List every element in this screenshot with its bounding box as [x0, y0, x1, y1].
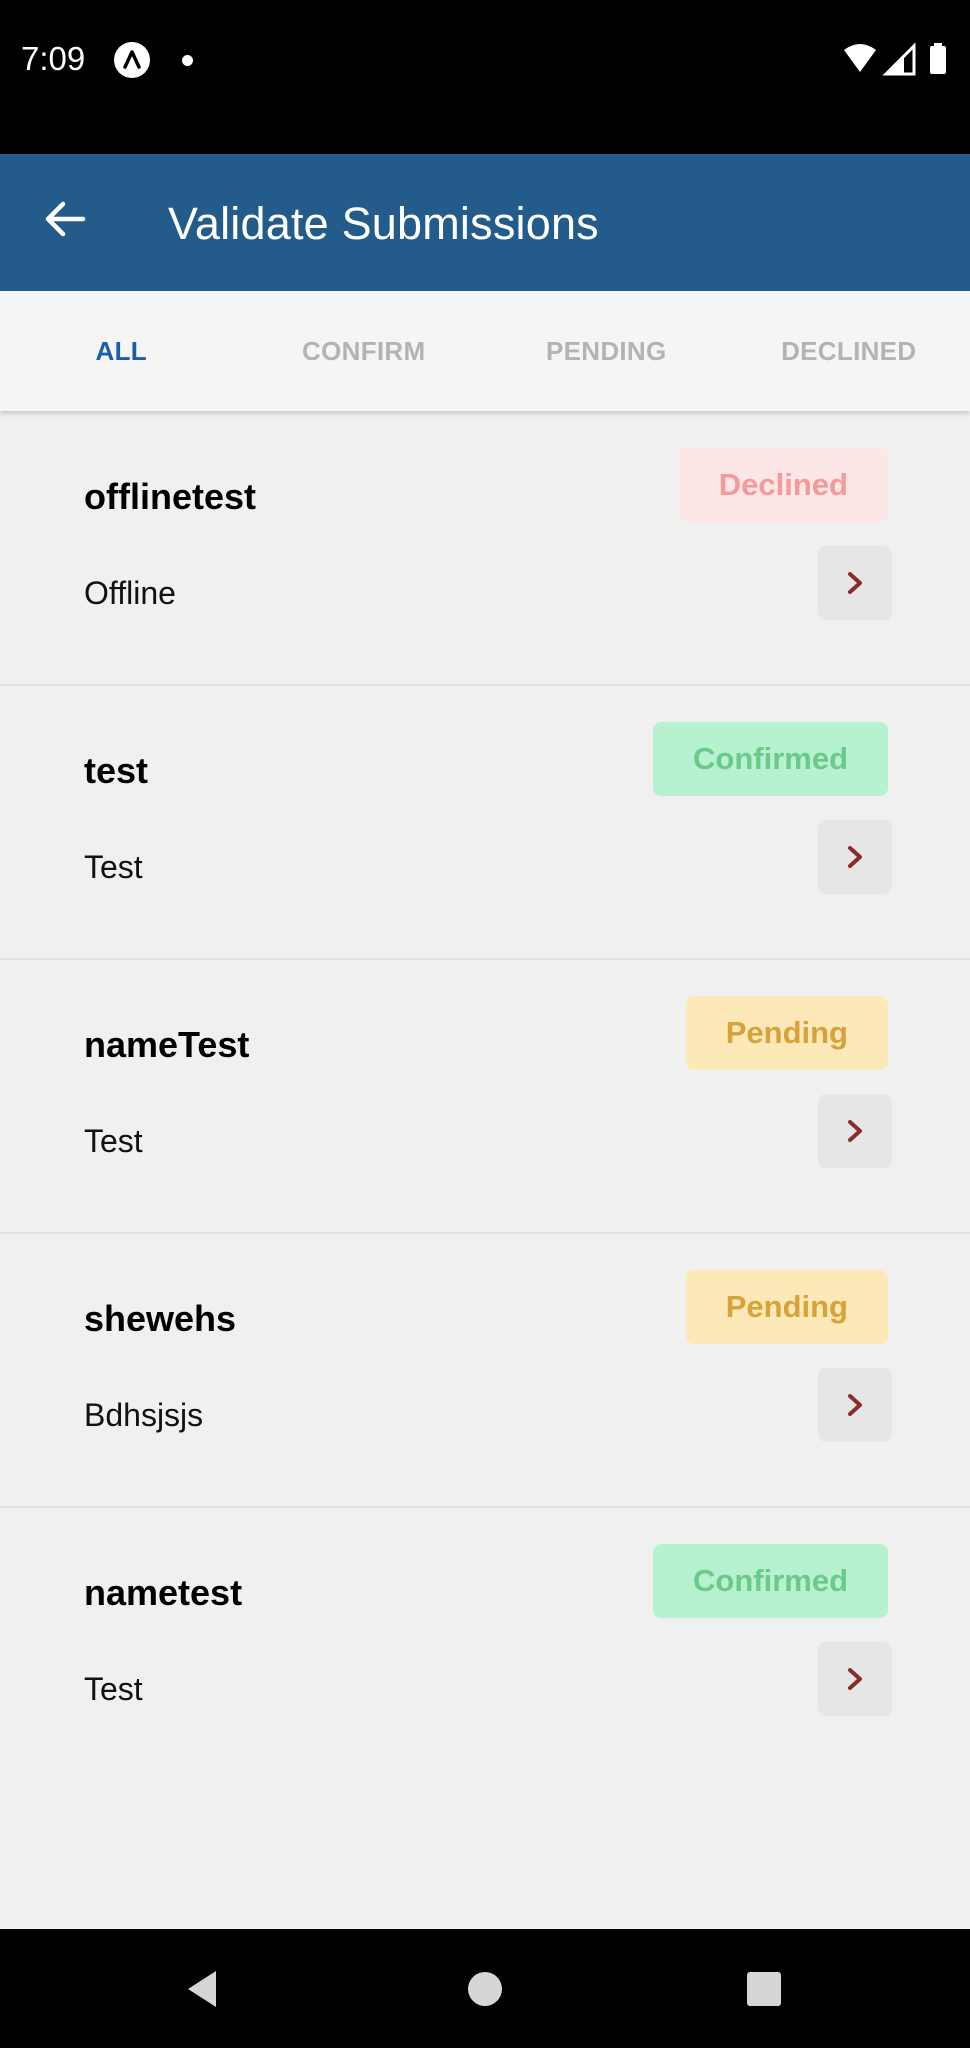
chevron-right-icon [848, 1668, 862, 1690]
open-submission-button[interactable] [818, 1368, 892, 1442]
submission-card[interactable]: offlinetest Offline Declined [0, 412, 970, 686]
status-badge: Pending [685, 996, 888, 1070]
app-notification-icon [114, 42, 150, 78]
system-nav-bar [0, 1929, 970, 2048]
status-badge: Declined [678, 448, 888, 522]
chevron-right-icon [848, 1394, 862, 1416]
submission-subtitle: Bdhsjsjs [84, 1397, 204, 1433]
status-badge: Confirmed [653, 1544, 888, 1618]
submission-card[interactable]: nameTest Test Pending [0, 960, 970, 1234]
submission-card[interactable]: test Test Confirmed [0, 686, 970, 960]
status-bar: 7:09 [0, 0, 970, 154]
tab-pending[interactable]: PENDING [485, 291, 728, 411]
dot-icon [182, 55, 193, 66]
submission-subtitle: Test [84, 849, 143, 885]
submission-title: shewehs [84, 1298, 237, 1339]
chevron-right-icon [848, 572, 862, 594]
page-title: Validate Submissions [168, 198, 599, 249]
back-triangle-icon [188, 1970, 216, 2007]
chevron-right-icon [848, 846, 862, 868]
recents-square-icon [747, 1971, 781, 2006]
tab-all[interactable]: ALL [0, 291, 243, 411]
nav-home-button[interactable] [425, 1929, 545, 2048]
submission-card[interactable]: shewehs Bdhsjsjs Pending [0, 1234, 970, 1508]
status-time: 7:09 [21, 40, 86, 77]
arrow-left-icon [45, 201, 86, 237]
status-badge: Confirmed [653, 722, 888, 796]
wifi-signal-battery-icons [844, 42, 946, 76]
submission-title: test [84, 750, 149, 791]
submission-subtitle: Test [84, 1123, 143, 1159]
nav-back-button[interactable] [142, 1929, 262, 2048]
home-circle-icon [468, 1971, 502, 2006]
submission-title: nametest [84, 1572, 243, 1613]
submission-card[interactable]: nametest Test Confirmed [0, 1508, 970, 1782]
app-bar: Validate Submissions [0, 154, 970, 291]
open-submission-button[interactable] [818, 546, 892, 620]
submission-title: offlinetest [84, 476, 257, 517]
tab-bar: ALL CONFIRM PENDING DECLINED [0, 291, 970, 411]
status-icons [842, 42, 952, 78]
submission-subtitle: Offline [84, 575, 176, 611]
chevron-right-icon [848, 1120, 862, 1142]
wifi-icon [844, 44, 876, 72]
open-submission-button[interactable] [818, 820, 892, 894]
tab-confirm[interactable]: CONFIRM [243, 291, 486, 411]
nav-recents-button[interactable] [704, 1929, 824, 2048]
open-submission-button[interactable] [818, 1094, 892, 1168]
open-submission-button[interactable] [818, 1642, 892, 1716]
battery-icon [930, 46, 946, 74]
status-badge: Pending [685, 1270, 888, 1344]
submission-list: offlinetest Offline Declined test Test C… [0, 412, 970, 1782]
submission-title: nameTest [84, 1024, 250, 1065]
tab-declined[interactable]: DECLINED [728, 291, 970, 411]
submission-subtitle: Test [84, 1671, 143, 1707]
back-button[interactable] [30, 184, 100, 254]
